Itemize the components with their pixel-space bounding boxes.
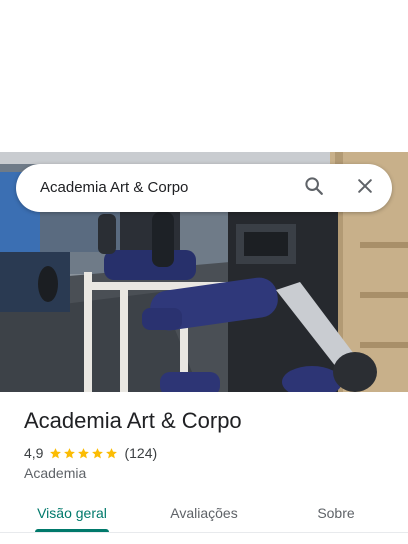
rating-stars (49, 447, 119, 460)
close-icon (355, 176, 375, 201)
tab-about[interactable]: Sobre (286, 496, 386, 534)
rating-row[interactable]: 4,9 (124) (24, 445, 157, 461)
search-bar[interactable]: Academia Art & Corpo (16, 164, 392, 212)
close-button[interactable] (349, 172, 381, 204)
place-tabs: Visão geral Avaliações Sobre (0, 496, 408, 536)
tabs-divider (0, 532, 408, 533)
star-icon (50, 447, 62, 458)
search-button[interactable] (298, 172, 330, 204)
place-title: Academia Art & Corpo (24, 408, 242, 433)
search-query[interactable]: Academia Art & Corpo (40, 164, 188, 212)
star-icon (92, 447, 104, 458)
review-count[interactable]: (124) (124, 445, 157, 461)
tab-reviews[interactable]: Avaliações (154, 496, 254, 534)
place-category[interactable]: Academia (24, 465, 86, 481)
search-icon (303, 175, 325, 202)
star-icon (64, 447, 76, 458)
star-icon (106, 447, 118, 458)
star-icon (78, 447, 90, 458)
rating-value: 4,9 (24, 445, 44, 461)
